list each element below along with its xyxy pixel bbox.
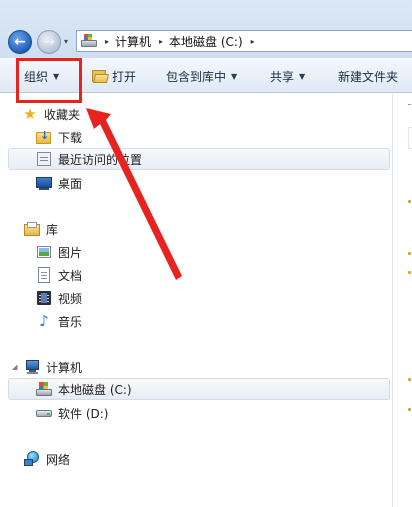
tree-item-pictures[interactable]: 图片 (36, 241, 82, 263)
pictures-icon (36, 244, 52, 260)
tree-item-computer[interactable]: 计算机 (24, 356, 82, 378)
network-icon (24, 451, 40, 467)
file-icon (408, 200, 411, 203)
open-folder-icon (92, 69, 109, 83)
tree-item-videos[interactable]: 视频 (36, 287, 82, 309)
tree-item-downloads[interactable]: ↓ 下载 (36, 126, 82, 148)
download-folder-icon: ↓ (36, 129, 52, 145)
software-drive-label: 软件 (D:) (58, 406, 109, 421)
new-folder-button[interactable]: 新建文件夹 (338, 66, 398, 86)
libraries-label: 库 (46, 222, 59, 237)
file-icon (408, 408, 411, 411)
forward-button[interactable]: → (37, 30, 61, 54)
library-icon (24, 221, 40, 237)
chevron-right-icon[interactable]: ▸ (105, 37, 109, 46)
tree-item-local-disk-c[interactable]: 本地磁盘 (C:) (8, 378, 390, 400)
file-icon (408, 252, 411, 255)
breadcrumb-computer[interactable]: 计算机 (115, 33, 151, 50)
column-tick (408, 104, 411, 105)
tree-item-libraries[interactable]: 库 (24, 218, 58, 240)
tree-item-software-d[interactable]: 软件 (D:) (36, 402, 108, 424)
new-folder-label: 新建文件夹 (338, 69, 399, 84)
address-bar-row: ← → ▾ ▸ 计算机 ▸ 本地磁盘 (C:) ▸ (0, 0, 412, 58)
recent-places-label: 最近访问的位置 (58, 152, 143, 167)
include-in-library-button[interactable]: 包含到库中 ▼ (166, 66, 237, 86)
tree-item-network[interactable]: 网络 (24, 448, 70, 470)
document-icon (36, 267, 52, 283)
annotation-highlight-box (16, 58, 82, 103)
desktop-label: 桌面 (58, 176, 83, 191)
share-button[interactable]: 共享 ▼ (270, 66, 305, 86)
open-label: 打开 (112, 69, 137, 84)
column-header[interactable] (408, 127, 412, 149)
open-button[interactable]: 打开 (92, 66, 136, 86)
computer-icon (24, 359, 40, 375)
back-button[interactable]: ← (8, 30, 32, 54)
desktop-icon (36, 175, 52, 191)
file-icon (408, 271, 411, 274)
tree-item-music[interactable]: ♪ 音乐 (36, 310, 82, 332)
star-icon: ★ (23, 105, 37, 123)
back-arrow-icon: ← (14, 34, 26, 50)
pictures-label: 图片 (58, 245, 83, 260)
videos-label: 视频 (58, 291, 83, 306)
downloads-label: 下载 (58, 130, 83, 145)
chevron-down-icon: ▼ (299, 71, 306, 81)
computer-label: 计算机 (46, 360, 83, 375)
chevron-down-icon: ▼ (231, 71, 238, 81)
chevron-right-icon[interactable]: ▸ (159, 37, 163, 46)
address-box[interactable]: ▸ 计算机 ▸ 本地磁盘 (C:) ▸ (76, 30, 412, 52)
tree-item-documents[interactable]: 文档 (36, 264, 82, 286)
share-label: 共享 (270, 69, 295, 84)
favorites-label: 收藏夹 (44, 107, 81, 122)
windows-drive-icon (36, 381, 52, 397)
tree-item-desktop[interactable]: 桌面 (36, 172, 82, 194)
include-in-library-label: 包含到库中 (166, 69, 227, 84)
forward-arrow-icon: → (43, 34, 55, 50)
windows-drive-icon (81, 34, 97, 48)
file-list-area[interactable] (393, 93, 412, 507)
recent-places-icon (36, 151, 52, 167)
local-disk-label: 本地磁盘 (C:) (58, 382, 132, 397)
music-note-icon: ♪ (39, 312, 49, 330)
documents-label: 文档 (58, 268, 83, 283)
file-icon (408, 378, 411, 381)
breadcrumb-local-disk[interactable]: 本地磁盘 (C:) (169, 33, 243, 50)
recent-pages-dropdown[interactable]: ▾ (64, 37, 68, 46)
tree-item-favorites[interactable]: ★ 收藏夹 (22, 103, 80, 125)
network-label: 网络 (46, 452, 71, 467)
hard-drive-icon (36, 405, 52, 421)
music-label: 音乐 (58, 314, 83, 329)
chevron-right-icon[interactable]: ▸ (251, 37, 255, 46)
video-icon (36, 290, 52, 306)
expand-arrow-icon[interactable]: ◢ (12, 363, 17, 371)
tree-item-recent-places[interactable]: 最近访问的位置 (8, 148, 390, 170)
